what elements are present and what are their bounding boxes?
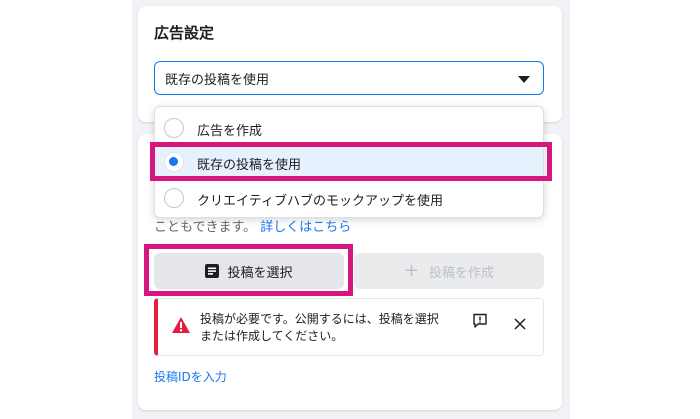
option-label: 既存の投稿を使用	[197, 158, 302, 173]
alert-line-2: または作成してください。	[200, 329, 344, 343]
option-label: クリエイティブハブのモックアップを使用	[197, 194, 443, 209]
creative-source-select[interactable]: 既存の投稿を使用	[154, 61, 544, 95]
description-text: こともできます。	[154, 220, 257, 235]
post-required-alert: 投稿が必要です。公開するには、投稿を選択 または作成してください。	[154, 298, 544, 356]
option-label: 広告を作成	[197, 124, 263, 139]
select-value: 既存の投稿を使用	[165, 72, 270, 88]
feedback-icon[interactable]	[472, 313, 488, 333]
caret-down-icon	[518, 76, 530, 83]
post-icon	[205, 264, 220, 278]
option-use-existing-post[interactable]: 既存の投稿を使用	[155, 145, 543, 179]
option-create-ad[interactable]: 広告を作成	[155, 111, 543, 145]
create-post-label: 投稿を作成	[429, 265, 495, 281]
plus-icon: +	[403, 260, 420, 281]
enter-post-id-link[interactable]: 投稿IDを入力	[154, 368, 227, 385]
alert-line-1: 投稿が必要です。公開するには、投稿を選択	[200, 312, 439, 326]
create-post-button[interactable]: + 投稿を作成	[354, 253, 544, 289]
warning-icon	[172, 317, 190, 337]
close-icon[interactable]	[514, 315, 526, 334]
creative-source-dropdown: 広告を作成 既存の投稿を使用 クリエイティブハブのモックアップを使用	[154, 106, 544, 218]
radio-unselected-icon	[164, 188, 184, 208]
select-post-label: 投稿を選択	[227, 265, 293, 281]
select-post-button[interactable]: 投稿を選択	[154, 253, 344, 289]
ad-settings-title: 広告設定	[154, 24, 215, 42]
alert-message: 投稿が必要です。公開するには、投稿を選択 または作成してください。	[200, 311, 460, 345]
post-description: こともできます。 詳しくはこちら	[154, 216, 351, 235]
radio-unselected-icon	[164, 118, 184, 138]
option-use-creative-hub-mockup[interactable]: クリエイティブハブのモックアップを使用	[155, 181, 543, 215]
learn-more-link[interactable]: 詳しくはこちら	[260, 220, 351, 235]
radio-selected-icon	[164, 152, 184, 172]
